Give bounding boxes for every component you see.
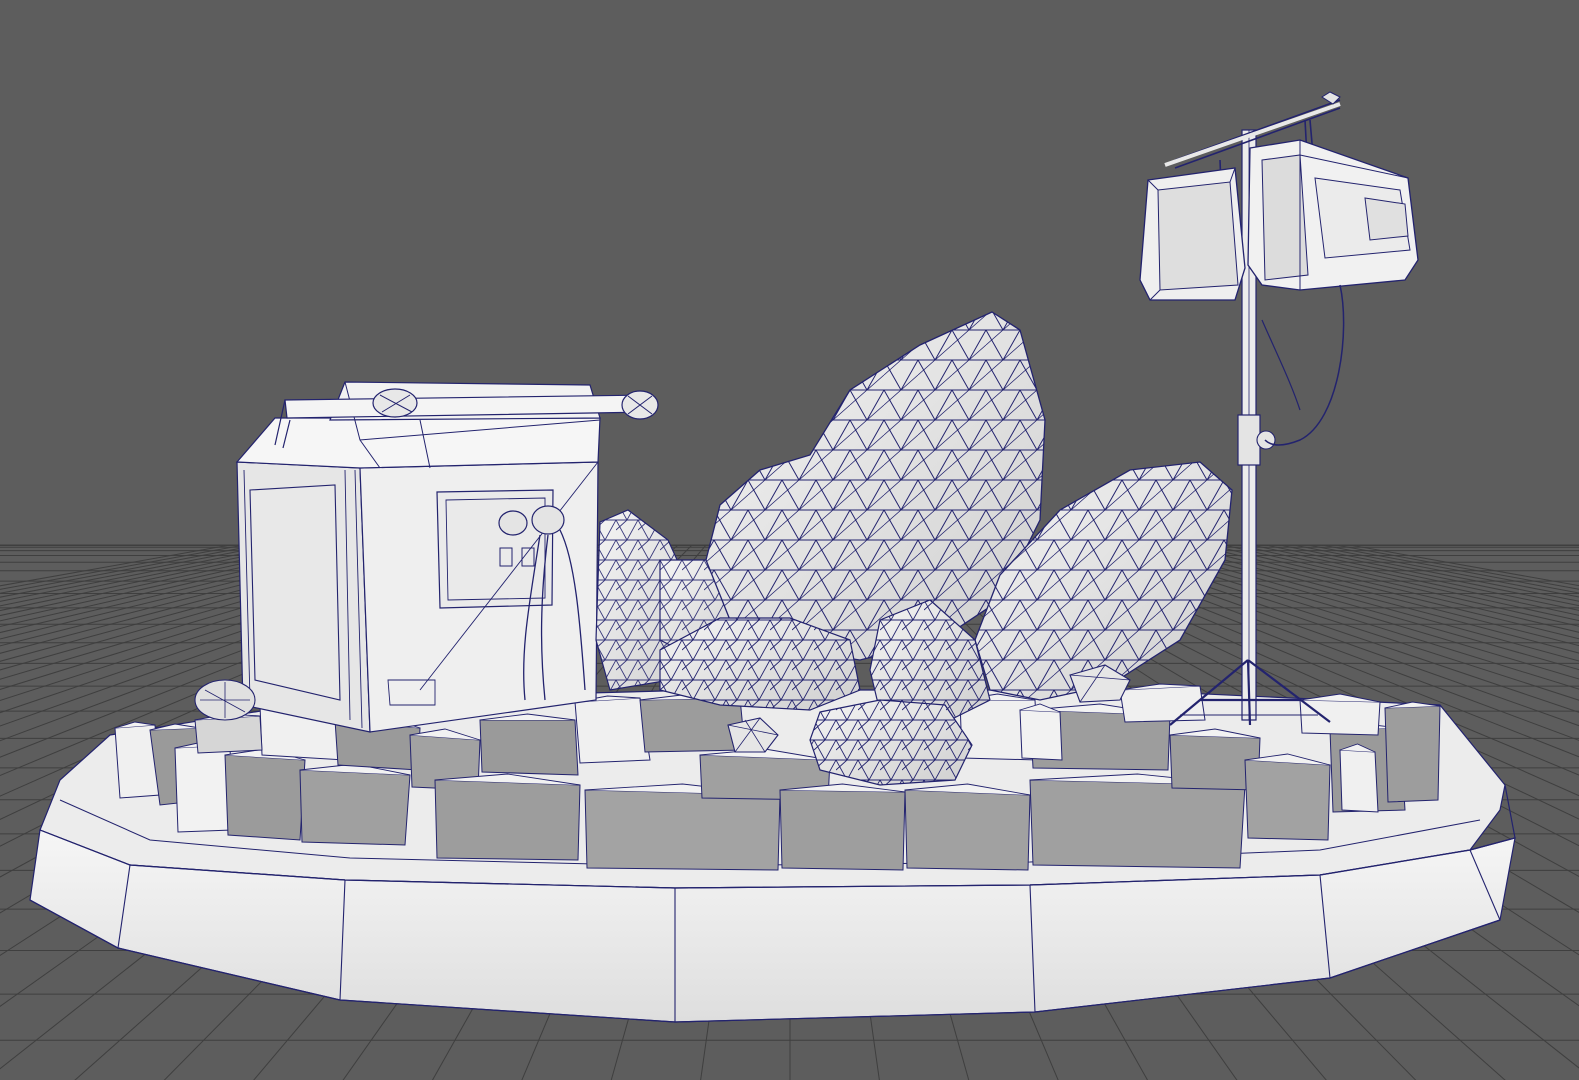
rubble-slab[interactable] xyxy=(1244,759,1331,841)
scene-canvas[interactable] xyxy=(0,0,1579,1080)
rubble-slab[interactable] xyxy=(174,744,233,833)
rubble-slab[interactable] xyxy=(1299,699,1381,736)
rubble-slab[interactable] xyxy=(574,697,651,764)
rubble-slab[interactable] xyxy=(224,754,306,841)
rubble-slab[interactable] xyxy=(779,789,906,871)
rubble-slab[interactable] xyxy=(434,779,581,861)
rubble-slab[interactable] xyxy=(299,769,411,846)
viewport-3d[interactable] xyxy=(0,0,1579,1080)
rubble-slab[interactable] xyxy=(584,789,781,871)
rubble-slab[interactable] xyxy=(1119,685,1206,723)
rubble-slab[interactable] xyxy=(1384,705,1441,803)
generator-crate[interactable] xyxy=(194,381,659,733)
rubble-slab[interactable] xyxy=(194,715,263,754)
rubble-slab[interactable] xyxy=(904,789,1031,871)
rubble-slab[interactable] xyxy=(479,719,579,776)
rubble-slab[interactable] xyxy=(1029,779,1246,869)
rubble-slab[interactable] xyxy=(1339,749,1379,813)
rubble-slab[interactable] xyxy=(1019,709,1063,761)
